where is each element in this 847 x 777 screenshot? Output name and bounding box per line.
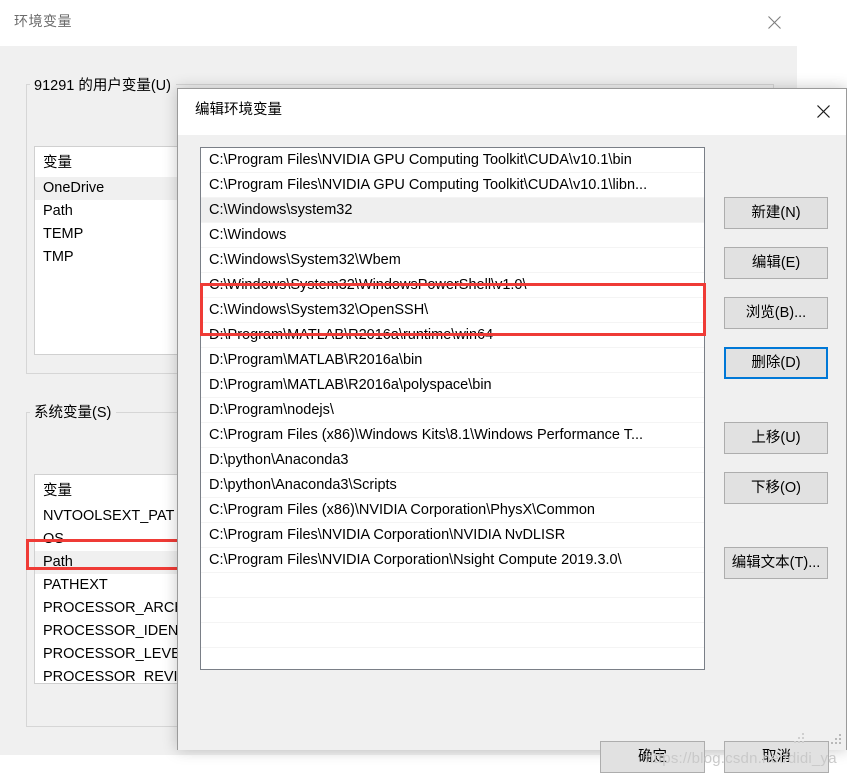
system-variables-legend: 系统变量(S) <box>30 401 117 422</box>
annotation-box-cuda-entries <box>200 283 706 336</box>
annotation-box-path-variable <box>26 539 181 570</box>
background-window-titlebar: 环境变量 <box>0 0 797 47</box>
close-icon[interactable] <box>800 89 846 134</box>
watermark-text: https://blog.csdn.net/didi_ya <box>645 750 837 767</box>
dialog-body: C:\Program Files\NVIDIA GPU Computing To… <box>178 135 846 773</box>
edit-button[interactable]: 编辑(E) <box>724 247 828 279</box>
close-icon[interactable] <box>751 0 797 45</box>
window-resize-grip-icon <box>793 733 806 746</box>
background-window-title: 环境变量 <box>14 13 72 29</box>
list-item[interactable]: D:\python\Anaconda3\Scripts <box>201 473 704 498</box>
edit-text-button[interactable]: 编辑文本(T)... <box>724 547 828 579</box>
list-item[interactable]: C:\Program Files (x86)\NVIDIA Corporatio… <box>201 498 704 523</box>
list-item[interactable]: C:\Windows\System32\Wbem <box>201 248 704 273</box>
edit-environment-variable-dialog: 编辑环境变量 C:\Program Files\NVIDIA GPU Compu… <box>177 88 847 773</box>
list-item[interactable]: C:\Program Files\NVIDIA Corporation\NVID… <box>201 523 704 548</box>
list-item[interactable]: C:\Program Files\NVIDIA GPU Computing To… <box>201 173 704 198</box>
dialog-titlebar: 编辑环境变量 <box>178 89 846 135</box>
move-down-button[interactable]: 下移(O) <box>724 472 828 504</box>
delete-button[interactable]: 删除(D) <box>724 347 828 379</box>
resize-grip-icon[interactable] <box>830 734 843 747</box>
list-item[interactable]: D:\Program\MATLAB\R2016a\bin <box>201 348 704 373</box>
list-item[interactable]: C:\Windows <box>201 223 704 248</box>
list-item[interactable]: C:\Windows\system32 <box>201 198 704 223</box>
list-item[interactable]: C:\Program Files (x86)\Windows Kits\8.1\… <box>201 423 704 448</box>
path-entries-list[interactable]: C:\Program Files\NVIDIA GPU Computing To… <box>200 147 705 670</box>
dialog-title: 编辑环境变量 <box>195 102 282 118</box>
user-variables-legend: 91291 的用户变量(U) <box>30 74 176 95</box>
list-item[interactable]: D:\Program\MATLAB\R2016a\polyspace\bin <box>201 373 704 398</box>
list-item[interactable] <box>201 598 704 623</box>
list-item[interactable]: C:\Program Files\NVIDIA Corporation\Nsig… <box>201 548 704 573</box>
new-button[interactable]: 新建(N) <box>724 197 828 229</box>
list-item[interactable]: D:\python\Anaconda3 <box>201 448 704 473</box>
list-item[interactable]: C:\Program Files\NVIDIA GPU Computing To… <box>201 148 704 173</box>
browse-button[interactable]: 浏览(B)... <box>724 297 828 329</box>
list-item[interactable] <box>201 573 704 598</box>
list-item[interactable]: D:\Program\nodejs\ <box>201 398 704 423</box>
list-item[interactable] <box>201 623 704 648</box>
move-up-button[interactable]: 上移(U) <box>724 422 828 454</box>
